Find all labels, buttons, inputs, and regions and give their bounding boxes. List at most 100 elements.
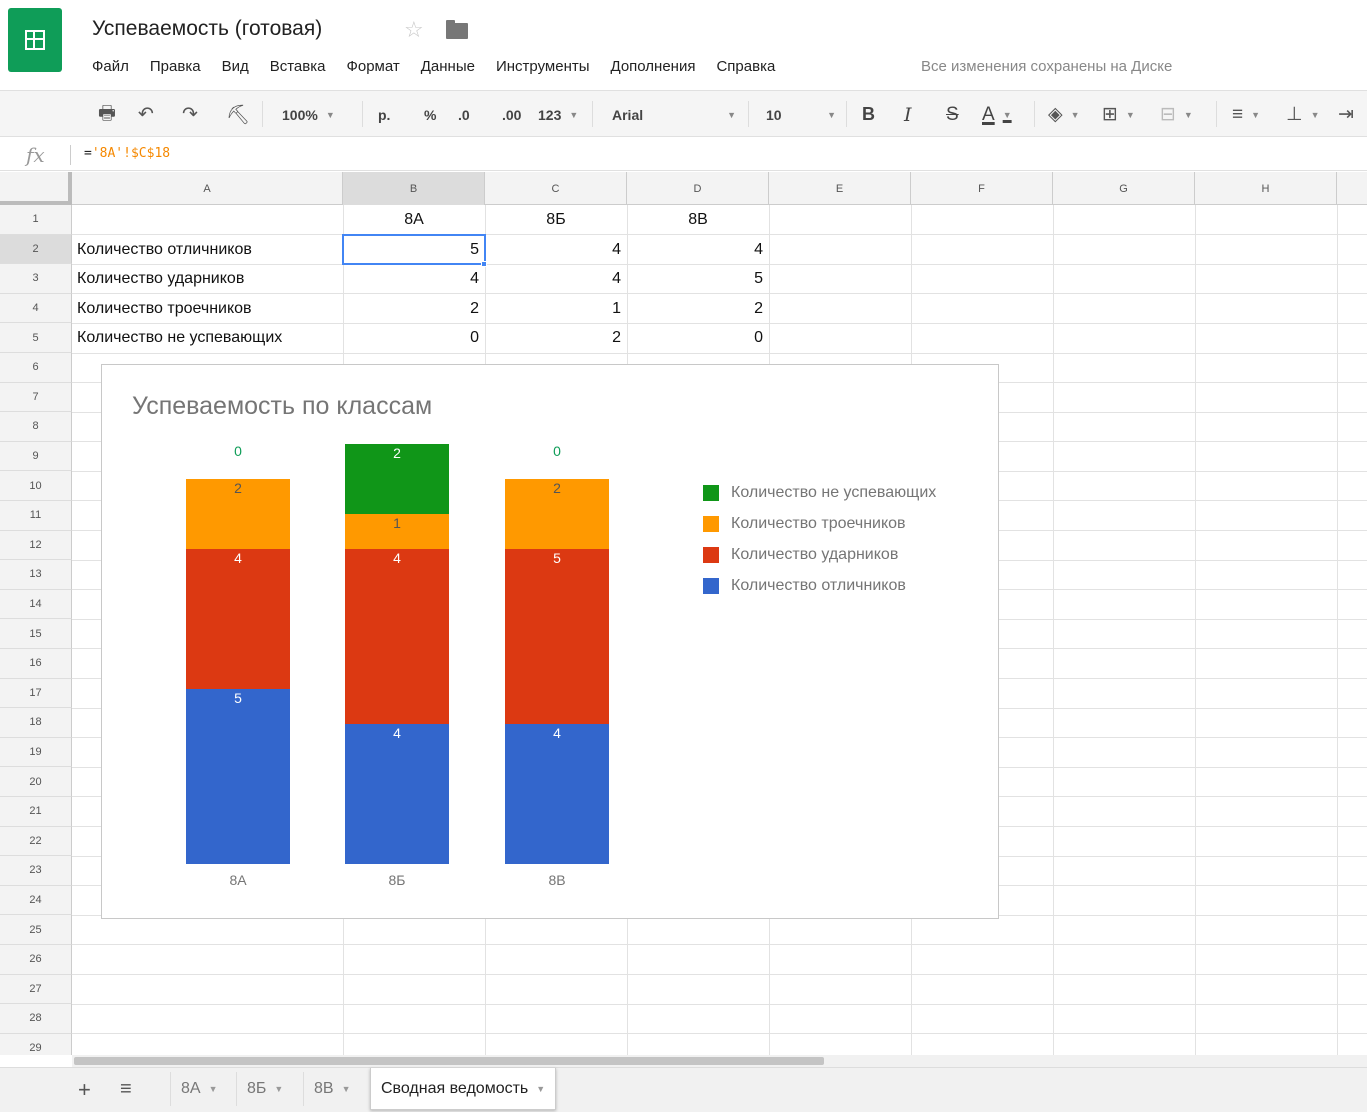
column-header-f[interactable]: F: [911, 172, 1053, 205]
cell-b4[interactable]: 2: [343, 294, 485, 324]
stacked-bar-chart[interactable]: Успеваемость по классам 5 4 2 0 8А 4 4 1 2 8Б 4 5 2 0…: [101, 364, 999, 919]
more-formats-select[interactable]: 123 ▼: [538, 91, 578, 138]
cell-c1[interactable]: 8Б: [485, 205, 627, 235]
currency-button[interactable]: р.: [378, 91, 390, 138]
bar-segment[interactable]: [345, 549, 449, 724]
cell-b5[interactable]: 0: [343, 323, 485, 353]
fill-handle[interactable]: [481, 261, 487, 267]
row-header[interactable]: 10: [0, 471, 72, 501]
menu-edit[interactable]: Правка: [150, 58, 201, 75]
bar-segment[interactable]: [186, 549, 290, 689]
bar-segment[interactable]: [345, 724, 449, 864]
sheet-tab-8b[interactable]: 8Б ▼: [236, 1072, 293, 1106]
save-status[interactable]: Все изменения сохранены на Диске: [921, 58, 1172, 75]
cell-b3[interactable]: 4: [343, 264, 485, 294]
sheet-tab-8v[interactable]: 8В ▼: [303, 1072, 361, 1106]
row-header[interactable]: 5: [0, 323, 72, 353]
row-header[interactable]: 25: [0, 915, 72, 945]
cell-d5[interactable]: 0: [627, 323, 769, 353]
row-header[interactable]: 28: [0, 1004, 72, 1034]
horizontal-align-icon[interactable]: ≡ ▼: [1232, 91, 1260, 138]
column-header-a[interactable]: A: [72, 172, 343, 205]
folder-icon[interactable]: [446, 20, 468, 39]
row-header[interactable]: 14: [0, 589, 72, 620]
merge-cells-icon[interactable]: ⊟ ▼: [1160, 91, 1193, 138]
horizontal-scrollbar[interactable]: [72, 1055, 1367, 1067]
row-header[interactable]: 3: [0, 264, 72, 294]
formula-input[interactable]: ='8A'!$C$18: [84, 146, 170, 161]
row-header[interactable]: 24: [0, 885, 72, 916]
star-icon[interactable]: ☆: [404, 17, 424, 43]
bold-button[interactable]: B: [862, 91, 875, 138]
borders-icon[interactable]: ⊞ ▼: [1102, 91, 1135, 138]
add-sheet-icon[interactable]: +: [78, 1077, 91, 1103]
row-header[interactable]: 16: [0, 649, 72, 679]
row-header[interactable]: 8: [0, 412, 72, 442]
cell-c2[interactable]: 4: [485, 235, 627, 265]
row-header[interactable]: 27: [0, 974, 72, 1005]
row-header[interactable]: 7: [0, 382, 72, 413]
cell-b1[interactable]: 8А: [343, 205, 485, 235]
cell-d2[interactable]: 4: [627, 235, 769, 265]
menu-file[interactable]: Файл: [92, 58, 129, 75]
column-header-h[interactable]: H: [1195, 172, 1337, 205]
column-header-b[interactable]: B: [343, 172, 485, 205]
cell-a5[interactable]: Количество не успевающих: [72, 323, 343, 353]
cell-c4[interactable]: 1: [485, 294, 627, 324]
strikethrough-button[interactable]: S: [946, 91, 959, 138]
row-header[interactable]: 17: [0, 678, 72, 709]
increase-decimal-button[interactable]: .00: [502, 91, 521, 138]
row-header[interactable]: 22: [0, 826, 72, 857]
vertical-align-icon[interactable]: ⊥ ▼: [1286, 91, 1319, 138]
menu-format[interactable]: Формат: [346, 58, 399, 75]
redo-icon[interactable]: ↷: [182, 91, 198, 138]
row-header[interactable]: 26: [0, 945, 72, 975]
document-title[interactable]: Успеваемость (готовая): [92, 17, 322, 41]
legend-item[interactable]: Количество ударников: [703, 539, 936, 570]
row-header[interactable]: 29: [0, 1033, 72, 1055]
cell-d1[interactable]: 8В: [627, 205, 769, 235]
select-all-corner[interactable]: [0, 172, 72, 205]
font-size-select[interactable]: 10 ▼: [766, 91, 836, 138]
row-header[interactable]: 1: [0, 205, 72, 235]
row-header[interactable]: 9: [0, 441, 72, 472]
all-sheets-icon[interactable]: ≡: [120, 1078, 132, 1101]
menu-help[interactable]: Справка: [716, 58, 775, 75]
row-header[interactable]: 20: [0, 767, 72, 797]
row-header[interactable]: 6: [0, 353, 72, 383]
row-header[interactable]: 23: [0, 856, 72, 886]
bar-segment[interactable]: [505, 724, 609, 864]
row-header[interactable]: 21: [0, 797, 72, 827]
cell-c3[interactable]: 4: [485, 264, 627, 294]
decrease-decimal-button[interactable]: .0: [458, 91, 470, 138]
row-header[interactable]: 15: [0, 619, 72, 649]
row-header[interactable]: 19: [0, 737, 72, 768]
row-header[interactable]: 2: [0, 234, 72, 265]
italic-button[interactable]: I: [904, 91, 912, 138]
sheet-tab-8a[interactable]: 8А ▼: [170, 1072, 228, 1106]
cell-d3[interactable]: 5: [627, 264, 769, 294]
menu-addons[interactable]: Дополнения: [611, 58, 696, 75]
bar-segment[interactable]: [186, 689, 290, 864]
legend-item[interactable]: Количество троечников: [703, 508, 936, 539]
row-header[interactable]: 11: [0, 501, 72, 531]
legend-item[interactable]: Количество отличников: [703, 570, 936, 601]
sheet-tab-summary[interactable]: Сводная ведомость ▼: [370, 1068, 557, 1110]
font-select[interactable]: Arial ▼: [612, 91, 736, 138]
menu-tools[interactable]: Инструменты: [496, 58, 590, 75]
cell-a3[interactable]: Количество ударников: [72, 264, 343, 294]
zoom-select[interactable]: 100% ▼: [282, 91, 335, 138]
text-color-button[interactable]: A ▼: [982, 91, 1012, 138]
print-icon[interactable]: 🖶: [98, 91, 116, 138]
menu-data[interactable]: Данные: [421, 58, 475, 75]
row-header[interactable]: 13: [0, 560, 72, 590]
sheets-logo-icon[interactable]: [8, 8, 62, 72]
row-header[interactable]: 18: [0, 708, 72, 738]
paint-format-icon[interactable]: ⛏: [226, 91, 250, 138]
menu-insert[interactable]: Вставка: [270, 58, 326, 75]
fill-color-icon[interactable]: ◈ ▼: [1048, 91, 1080, 138]
cell-c5[interactable]: 2: [485, 323, 627, 353]
scrollbar-thumb[interactable]: [74, 1057, 824, 1065]
column-header-c[interactable]: C: [485, 172, 627, 205]
legend-item[interactable]: Количество не успевающих: [703, 477, 936, 508]
